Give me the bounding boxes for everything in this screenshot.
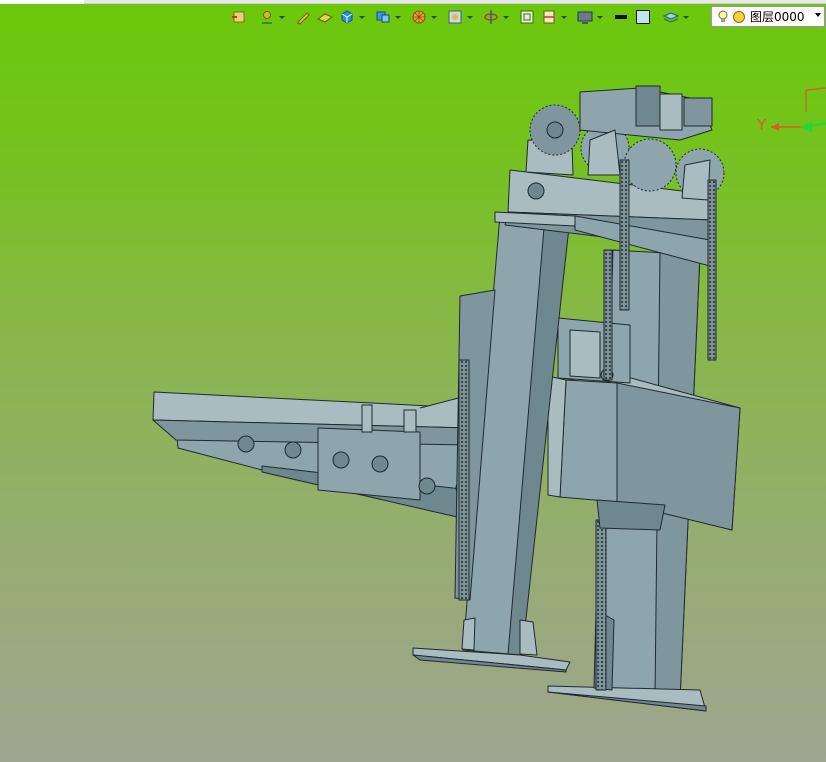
3d-viewport[interactable]: 图层0000 Y: [0, 0, 826, 762]
crane-assembly: [152, 85, 741, 712]
carriage-box: [547, 374, 741, 531]
axis-triad: [771, 87, 826, 133]
boom-arm: [152, 391, 473, 521]
cad-model[interactable]: [0, 0, 826, 762]
